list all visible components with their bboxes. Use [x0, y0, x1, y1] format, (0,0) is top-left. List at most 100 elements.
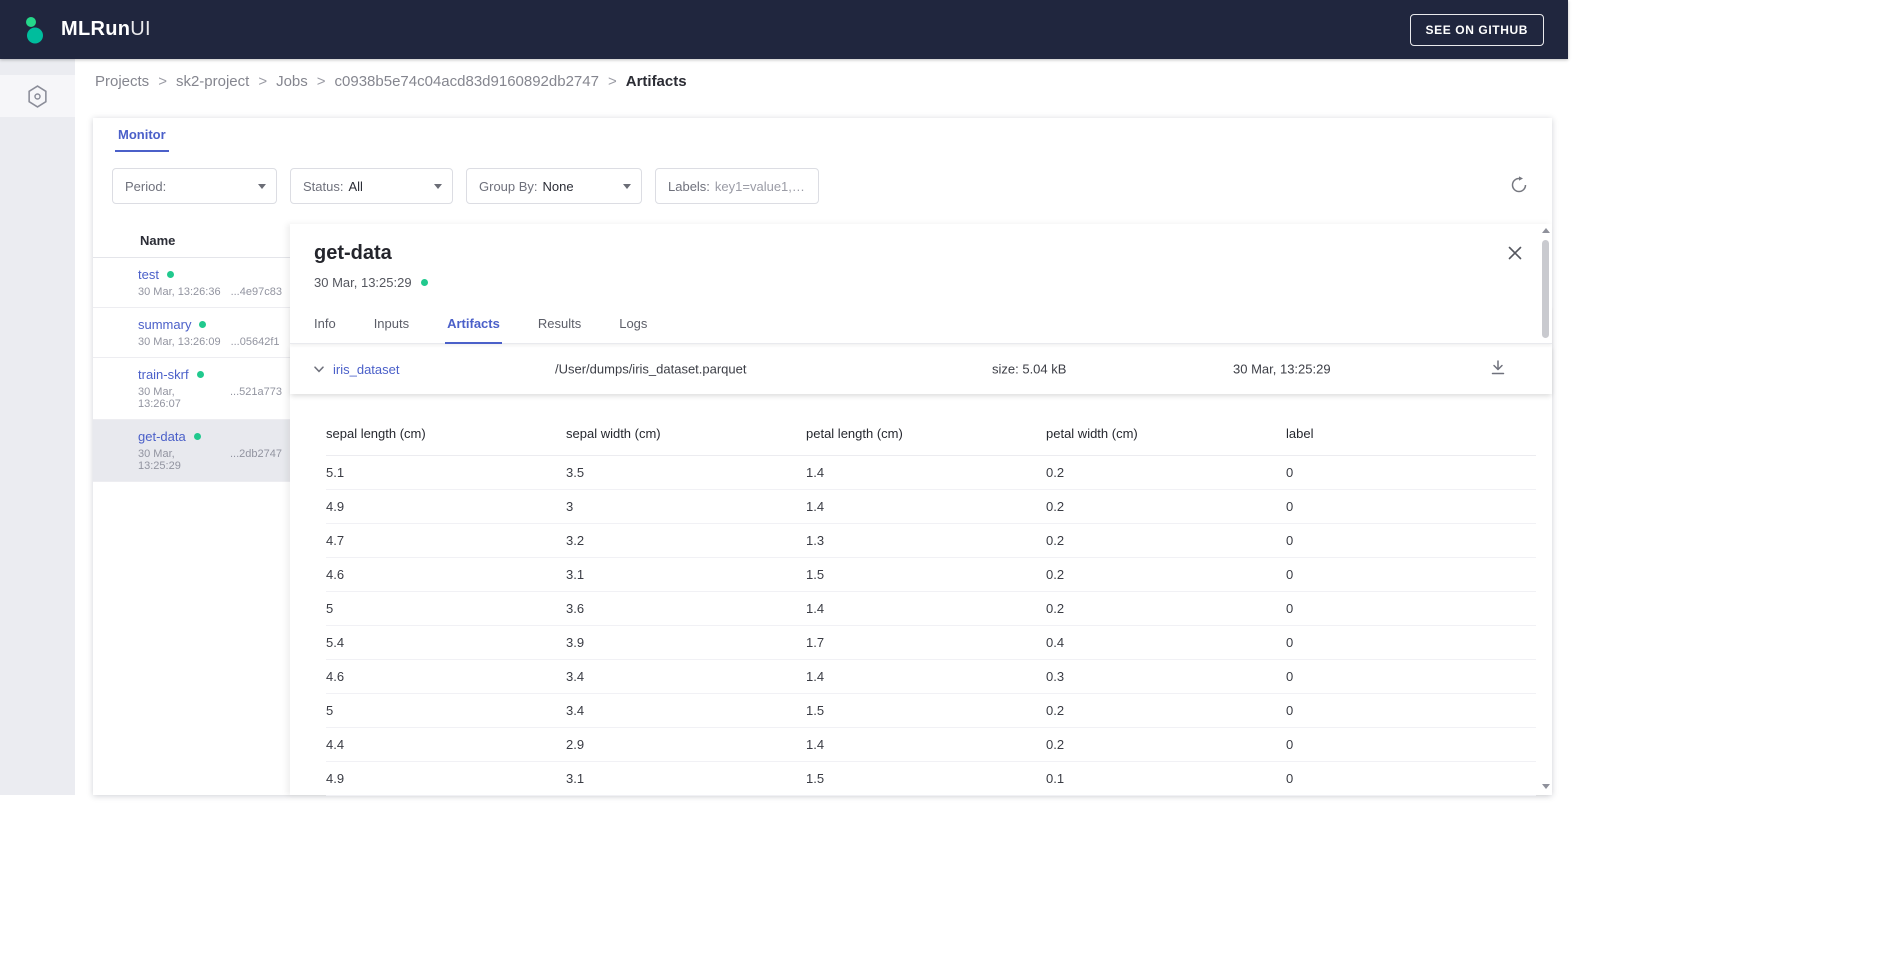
table-row: 4.931.40.20: [326, 490, 1536, 524]
mlrun-logo[interactable]: MLRunUI: [24, 15, 151, 45]
labels-input[interactable]: [715, 179, 807, 194]
status-filter-dropdown[interactable]: Status: All: [290, 168, 453, 204]
tab-logs[interactable]: Logs: [617, 306, 649, 343]
table-cell: 0: [1286, 626, 1536, 660]
job-list-header: Name: [93, 224, 290, 258]
table-cell: 1.4: [806, 490, 1046, 524]
group-by-filter-value: None: [543, 179, 574, 194]
left-nav-strip: [0, 59, 75, 795]
table-cell: 3: [566, 490, 806, 524]
table-cell: 0.3: [1046, 660, 1286, 694]
table-cell: 0.2: [1046, 456, 1286, 490]
main-card: Monitor Period: Status: All Group By: No…: [93, 118, 1552, 795]
chevron-down-icon: [258, 184, 266, 189]
table-cell: 4.4: [326, 728, 566, 762]
breadcrumb-link[interactable]: Projects: [95, 73, 149, 90]
artifact-name-link[interactable]: iris_dataset: [333, 362, 399, 377]
table-row: 4.93.11.50.10: [326, 762, 1536, 796]
tab-inputs[interactable]: Inputs: [372, 306, 411, 343]
chevron-down-icon: [623, 184, 631, 189]
vertical-scrollbar: [1541, 226, 1551, 791]
table-row: 5.13.51.40.20: [326, 456, 1536, 490]
list-item[interactable]: train-skrf 30 Mar, 13:26:07 ...521a773: [93, 358, 290, 420]
job-name-link[interactable]: test: [138, 267, 159, 282]
labels-filter[interactable]: Labels:: [655, 168, 819, 204]
table-row: 4.63.41.40.30: [326, 660, 1536, 694]
artifact-expand[interactable]: iris_dataset: [314, 362, 399, 377]
table-cell: 0: [1286, 660, 1536, 694]
breadcrumb-separator: >: [317, 73, 326, 90]
table-cell: 3.1: [566, 762, 806, 796]
see-on-github-button[interactable]: SEE ON GITHUB: [1410, 14, 1544, 46]
chevron-down-icon: [314, 366, 324, 373]
job-timestamp: 30 Mar, 13:26:07: [138, 386, 220, 410]
table-cell: 3.2: [566, 524, 806, 558]
scroll-down-arrow[interactable]: [1542, 784, 1550, 789]
job-name-row: train-skrf: [138, 367, 282, 382]
table-cell: 1.4: [806, 660, 1046, 694]
list-item[interactable]: get-data 30 Mar, 13:25:29 ...2db2747: [93, 420, 290, 482]
breadcrumb-link[interactable]: sk2-project: [176, 73, 249, 90]
table-cell: 1.5: [806, 762, 1046, 796]
column-header: petal length (cm): [806, 414, 1046, 456]
hexagon-project-icon: [27, 85, 48, 108]
table-cell: 3.5: [566, 456, 806, 490]
list-item[interactable]: summary 30 Mar, 13:26:09 ...05642f1: [93, 308, 290, 358]
table-cell: 0.2: [1046, 592, 1286, 626]
breadcrumb-current: Artifacts: [626, 73, 687, 90]
table-cell: 0: [1286, 728, 1536, 762]
breadcrumb-link[interactable]: c0938b5e74c04acd83d9160892db2747: [335, 73, 599, 90]
detail-timestamp: 30 Mar, 13:25:29: [314, 275, 412, 290]
table-cell: 0: [1286, 456, 1536, 490]
tab-info[interactable]: Info: [312, 306, 338, 343]
download-button[interactable]: [1486, 356, 1510, 382]
job-uid: ...4e97c83: [231, 286, 282, 298]
list-item[interactable]: test 30 Mar, 13:26:36 ...4e97c83: [93, 258, 290, 308]
close-icon: [1508, 246, 1522, 260]
app-root: MLRunUI SEE ON GITHUB Projects > sk2-proje…: [0, 0, 1568, 795]
breadcrumb-separator: >: [258, 73, 267, 90]
preview-table-head-row: sepal length (cm)sepal width (cm)petal l…: [326, 414, 1536, 456]
job-name-link[interactable]: train-skrf: [138, 367, 189, 382]
job-subtext: 30 Mar, 13:26:07 ...521a773: [138, 386, 282, 410]
projects-nav-item[interactable]: [0, 75, 75, 117]
table-cell: 1.4: [806, 456, 1046, 490]
tab-monitor[interactable]: Monitor: [115, 127, 169, 152]
detail-header: get-data 30 Mar, 13:25:29: [290, 224, 1552, 290]
table-cell: 0: [1286, 490, 1536, 524]
table-row: 53.41.50.20: [326, 694, 1536, 728]
job-list: test 30 Mar, 13:26:36 ...4e97c83 summary…: [93, 258, 290, 482]
artifact-date: 30 Mar, 13:25:29: [1233, 362, 1331, 377]
table-row: 4.73.21.30.20: [326, 524, 1536, 558]
table-cell: 1.5: [806, 558, 1046, 592]
job-list-panel: Name test 30 Mar, 13:26:36 ...4e97c83 su…: [93, 224, 290, 795]
column-header: sepal width (cm): [566, 414, 806, 456]
table-cell: 0.2: [1046, 524, 1286, 558]
artifact-row: iris_dataset /User/dumps/iris_dataset.pa…: [290, 344, 1552, 394]
breadcrumb: Projects>sk2-project>Jobs>c0938b5e74c04a…: [95, 73, 687, 90]
tab-results[interactable]: Results: [536, 306, 583, 343]
scroll-up-arrow[interactable]: [1542, 228, 1550, 233]
table-cell: 4.9: [326, 762, 566, 796]
detail-panel: get-data 30 Mar, 13:25:29 Info Inputs Arti…: [290, 224, 1552, 795]
artifact-path: /User/dumps/iris_dataset.parquet: [555, 362, 746, 377]
column-header: label: [1286, 414, 1536, 456]
refresh-icon: [1510, 176, 1528, 194]
group-by-filter-label: Group By:: [479, 179, 538, 194]
close-button[interactable]: [1506, 244, 1524, 265]
refresh-button[interactable]: [1506, 172, 1532, 201]
column-header: sepal length (cm): [326, 414, 566, 456]
status-dot-icon: [167, 271, 174, 278]
job-name-link[interactable]: get-data: [138, 429, 186, 444]
job-name-link[interactable]: summary: [138, 317, 191, 332]
table-cell: 5.1: [326, 456, 566, 490]
table-row: 5.43.91.70.40: [326, 626, 1536, 660]
table-cell: 3.9: [566, 626, 806, 660]
tab-artifacts[interactable]: Artifacts: [445, 306, 502, 344]
job-timestamp: 30 Mar, 13:25:29: [138, 448, 220, 472]
period-filter-dropdown[interactable]: Period:: [112, 168, 277, 204]
breadcrumb-link[interactable]: Jobs: [276, 73, 308, 90]
table-row: 53.61.40.20: [326, 592, 1536, 626]
scrollbar-thumb[interactable]: [1542, 240, 1549, 338]
group-by-filter-dropdown[interactable]: Group By: None: [466, 168, 642, 204]
